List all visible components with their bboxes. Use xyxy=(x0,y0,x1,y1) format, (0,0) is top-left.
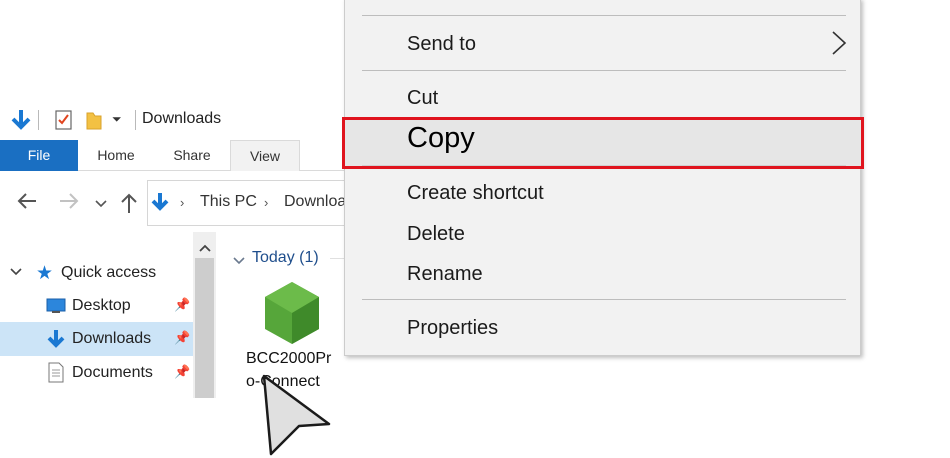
menu-item-delete[interactable]: Delete xyxy=(407,223,465,246)
properties-check-icon[interactable] xyxy=(53,108,75,132)
pin-icon[interactable]: 📌 xyxy=(174,297,190,313)
nodejs-hexagon-icon[interactable] xyxy=(262,280,322,346)
star-icon: ★ xyxy=(36,263,54,284)
menu-separator xyxy=(362,165,846,166)
tab-file[interactable]: File xyxy=(0,140,78,171)
quick-access-label[interactable]: Quick access xyxy=(61,264,156,282)
back-arrow-icon[interactable] xyxy=(16,190,38,217)
tab-view[interactable]: View xyxy=(230,140,300,171)
menu-separator xyxy=(362,70,846,71)
mouse-cursor-icon xyxy=(262,374,331,456)
tab-home[interactable]: Home xyxy=(82,140,150,171)
toolbar-separator xyxy=(135,110,136,130)
breadcrumb-separator-icon[interactable]: › xyxy=(264,195,268,210)
up-arrow-icon[interactable] xyxy=(119,192,139,219)
scrollbar-thumb[interactable] xyxy=(195,258,214,398)
sidebar-item-documents[interactable]: Documents 📌 xyxy=(0,357,193,389)
scroll-up-chevron-icon[interactable] xyxy=(198,240,212,258)
window-title: Downloads xyxy=(142,110,222,127)
menu-separator xyxy=(362,299,846,300)
menu-item-copy[interactable]: Copy xyxy=(407,122,475,155)
forward-arrow-icon[interactable] xyxy=(58,190,80,217)
desktop-icon xyxy=(46,298,66,313)
expand-chevron-icon[interactable] xyxy=(9,265,23,283)
breadcrumb-this-pc[interactable]: This PC xyxy=(200,193,257,211)
menu-item-properties[interactable]: Properties xyxy=(407,317,498,340)
menu-item-cut[interactable]: Cut xyxy=(407,87,438,110)
pin-icon[interactable]: 📌 xyxy=(174,330,190,346)
documents-icon xyxy=(48,362,64,383)
submenu-chevron-icon xyxy=(832,31,847,55)
sidebar-item-desktop[interactable]: Desktop 📌 xyxy=(0,290,193,322)
menu-item-rename[interactable]: Rename xyxy=(407,263,483,286)
sidebar-item-label: Downloads xyxy=(72,330,152,347)
breadcrumb-separator-icon[interactable]: › xyxy=(180,195,184,210)
toolbar-separator xyxy=(38,110,39,130)
breadcrumb-downloads[interactable]: Downloa xyxy=(284,193,346,211)
downloads-icon xyxy=(47,330,65,348)
sidebar-item-label: Desktop xyxy=(72,297,131,314)
new-folder-icon[interactable] xyxy=(84,108,104,132)
recent-locations-chevron-icon[interactable] xyxy=(95,196,107,214)
group-header-today[interactable]: Today (1) xyxy=(252,249,319,267)
tab-share[interactable]: Share xyxy=(160,140,224,171)
sidebar-item-label: Documents xyxy=(72,364,153,381)
downloads-location-icon xyxy=(151,193,169,211)
menu-item-send-to[interactable]: Send to xyxy=(407,33,476,56)
sidebar-item-downloads[interactable]: Downloads 📌 xyxy=(0,322,193,356)
menu-separator xyxy=(362,15,846,16)
collapse-group-chevron-icon[interactable] xyxy=(232,253,246,271)
customize-toolbar-dropdown-icon[interactable]: ⏷ xyxy=(112,112,122,127)
group-divider xyxy=(330,258,345,259)
menu-item-create-shortcut[interactable]: Create shortcut xyxy=(407,182,544,205)
download-arrow-icon[interactable] xyxy=(10,108,32,132)
pin-icon[interactable]: 📌 xyxy=(174,364,190,380)
